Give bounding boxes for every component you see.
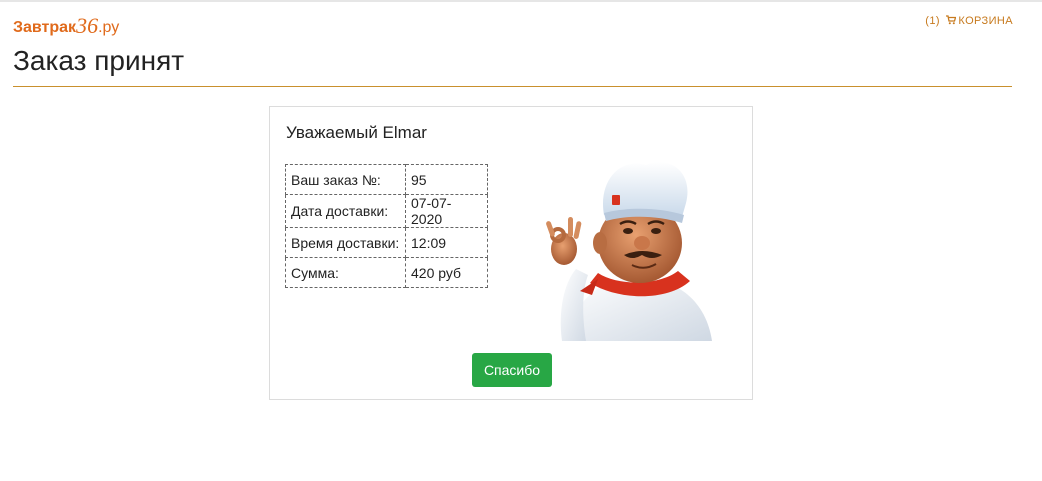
site-header: Завтрак36.ру (1) КОРЗИНА: [13, 10, 1013, 40]
delivery-date-label: Дата доставки:: [285, 194, 406, 228]
table-row: Ваш заказ №: 95: [285, 164, 488, 195]
logo-prefix: Завтрак: [13, 19, 77, 36]
cart-label: КОРЗИНА: [958, 15, 1013, 27]
site-logo[interactable]: Завтрак36.ру: [13, 12, 119, 38]
logo-suffix: .ру: [98, 19, 120, 36]
logo-number: 36: [76, 13, 99, 38]
order-number-label: Ваш заказ №:: [285, 164, 406, 195]
delivery-time-label: Время доставки:: [285, 227, 406, 258]
title-divider: [13, 86, 1012, 87]
table-row: Сумма: 420 руб: [285, 257, 488, 288]
delivery-date-value: 07-07-2020: [405, 194, 488, 228]
cart-link[interactable]: (1) КОРЗИНА: [925, 15, 1013, 27]
total-label: Сумма:: [285, 257, 406, 288]
chef-illustration: [546, 162, 712, 341]
page-title: Заказ принят: [13, 45, 185, 76]
top-border: [0, 0, 1042, 2]
greeting: Уважаемый Elmar: [286, 123, 427, 142]
order-number-value: 95: [405, 164, 488, 195]
cart-icon: [946, 15, 957, 25]
delivery-time-value: 12:09: [405, 227, 488, 258]
order-confirmation-card: Уважаемый Elmar Ваш заказ №: 95 Дата дос…: [269, 106, 753, 400]
cart-count: (1): [925, 15, 940, 27]
thanks-button[interactable]: Спасибо: [472, 353, 552, 387]
total-value: 420 руб: [405, 257, 488, 288]
order-details-table: Ваш заказ №: 95 Дата доставки: 07-07-202…: [285, 164, 488, 288]
table-row: Время доставки: 12:09: [285, 227, 488, 258]
table-row: Дата доставки: 07-07-2020: [285, 194, 488, 228]
